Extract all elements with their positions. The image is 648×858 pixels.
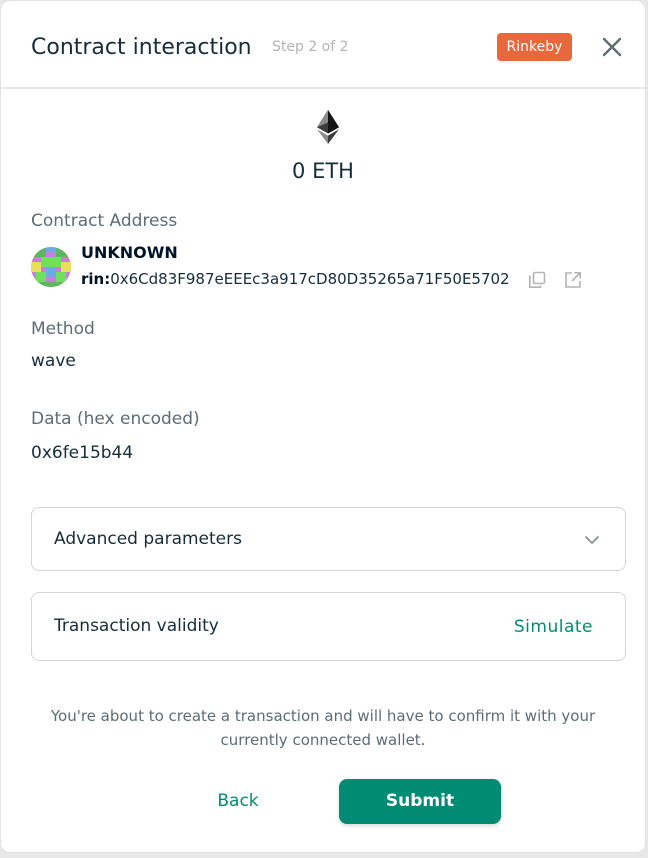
submit-button[interactable]: Submit: [339, 779, 501, 824]
notice-line-2: currently connected wallet.: [220, 731, 426, 749]
simulate-button[interactable]: Simulate: [514, 617, 593, 637]
method-value: wave: [31, 351, 76, 371]
confirmation-notice: You're about to create a transaction and…: [1, 704, 645, 752]
avatar: [31, 247, 71, 287]
transaction-amount: 0 ETH: [292, 159, 354, 183]
notice-line-1: You're about to create a transaction and…: [50, 707, 596, 725]
method-label: Method: [31, 319, 95, 339]
back-button[interactable]: Back: [201, 791, 275, 817]
contract-address-label: Contract Address: [31, 211, 178, 231]
transaction-validity-label: Transaction validity: [54, 616, 219, 636]
contract-interaction-modal: Contract interaction Step 2 of 2 Rinkeby…: [0, 0, 646, 853]
network-badge: Rinkeby: [497, 33, 572, 61]
contract-name: UNKNOWN: [81, 243, 178, 262]
contract-address: rin:0x6Cd83F987eEEEc3a917cD80D35265a71F5…: [81, 270, 510, 288]
close-icon[interactable]: [599, 34, 625, 60]
transaction-validity-card: Transaction validity Simulate: [31, 592, 626, 661]
advanced-parameters-label: Advanced parameters: [54, 529, 242, 549]
step-indicator: Step 2 of 2: [272, 39, 349, 55]
data-label: Data (hex encoded): [31, 409, 200, 429]
address-value: 0x6Cd83F987eEEEc3a917cD80D35265a71F50E57…: [110, 270, 510, 288]
ethereum-icon: [317, 110, 339, 144]
copy-icon[interactable]: [528, 271, 546, 289]
network-prefix: rin:: [81, 270, 111, 288]
modal-title: Contract interaction: [31, 35, 252, 60]
advanced-parameters-accordion[interactable]: Advanced parameters: [31, 507, 626, 571]
data-value: 0x6fe15b44: [31, 443, 134, 463]
modal-header: Contract interaction Step 2 of 2 Rinkeby: [1, 1, 645, 89]
chevron-down-icon[interactable]: [584, 532, 600, 548]
external-link-icon[interactable]: [564, 271, 582, 289]
